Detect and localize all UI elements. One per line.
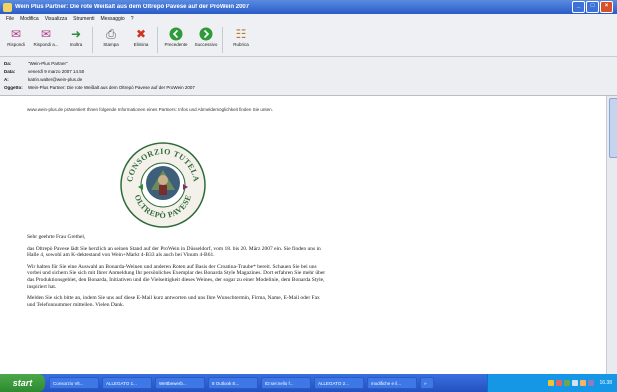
menu-visualizza[interactable]: Visualizza [45, 16, 67, 22]
toolbar-separator [157, 27, 158, 53]
menu-messaggio[interactable]: Messaggio [101, 16, 125, 22]
window-title: Wein Plus Partner: Die rote Weißalt aus … [15, 4, 250, 10]
paragraph-1: das Oltrepò Pavese lädt Sie herzlich an … [27, 245, 321, 259]
print-button[interactable]: ⎙ Stampa [97, 24, 125, 47]
taskbar-overflow[interactable]: » [420, 377, 434, 389]
close-button[interactable]: × [600, 1, 613, 13]
title-bar: Wein Plus Partner: Die rote Weißalt aus … [0, 0, 617, 14]
menu-bar: File Modifica Visualizza Strumenti Messa… [0, 14, 617, 24]
clock[interactable]: 16.38 [599, 380, 612, 386]
subject-value: Wein-Plus Partner: Die rote Weißalt aus … [28, 84, 195, 90]
greeting: Sehr geehrte Frau Grethel, [27, 234, 86, 240]
reply-button[interactable]: ✉ Rispondi [2, 24, 30, 47]
letter-text: Sehr geehrte Frau Grethel, das Oltrepò P… [27, 234, 327, 313]
scrollbar-thumb[interactable] [609, 98, 617, 158]
from-label: Da: [4, 60, 12, 66]
taskbar-item[interactable]: ALLEGATO 1... [102, 377, 152, 389]
tray-icon[interactable] [572, 380, 579, 386]
consortium-seal-logo: CONSORZIO TUTELA OLTREPÒ PAVESE [120, 142, 206, 228]
delete-icon: ✖ [135, 27, 147, 41]
system-tray: 16.38 [487, 374, 617, 392]
start-button[interactable]: start [0, 374, 45, 392]
taskbar-item[interactable]: ID:sei:nello f... [261, 377, 311, 389]
toolbar-separator [222, 27, 223, 53]
paragraph-3: Melden Sie sich bitte an, indem Sie uns … [27, 295, 320, 308]
taskbar: start Consorzio Vit... ALLEGATO 1... Wet… [0, 374, 617, 392]
maximize-button[interactable]: □ [586, 1, 599, 13]
from-value[interactable]: "Wein-Plus Partner" [28, 61, 68, 66]
paragraph-2: Wir halten für Sie eine Auswahl an Bonar… [27, 263, 326, 290]
taskbar-item[interactable]: Wettbewerb... [155, 377, 205, 389]
menu-help[interactable]: ? [131, 16, 134, 22]
taskbar-item[interactable]: ALLEGATO 2... [314, 377, 364, 389]
vertical-scrollbar[interactable] [606, 96, 617, 374]
reply-all-button[interactable]: ✉ Rispondi a... [32, 24, 60, 47]
menu-strumenti[interactable]: Strumenti [73, 16, 94, 22]
subject-label: Oggetto: [4, 84, 23, 90]
taskbar-item[interactable]: Consorzio Vit... [49, 377, 99, 389]
tray-icon[interactable] [556, 380, 563, 386]
date-value: venerdì 9 marzo 2007 14.50 [28, 68, 85, 74]
address-book-button[interactable]: ☷ Rubrica [227, 24, 255, 47]
tray-icon[interactable] [548, 380, 555, 386]
message-headers: Da: "Wein-Plus Partner" Data: venerdì 9 … [0, 57, 617, 96]
next-button[interactable]: Successivo [192, 24, 220, 47]
tray-icon[interactable] [580, 380, 587, 386]
previous-button[interactable]: Precedente [162, 24, 190, 47]
tray-icon[interactable] [564, 380, 571, 386]
next-icon [198, 26, 214, 42]
address-book-icon: ☷ [235, 27, 247, 41]
reply-all-icon: ✉ [40, 27, 52, 41]
toolbar: ✉ Rispondi ✉ Rispondi a... ➜ Inoltra ⎙ S… [0, 24, 617, 57]
to-value[interactable]: katrin.walter@wein-plus.de [28, 77, 82, 82]
date-label: Data: [4, 68, 16, 74]
print-icon: ⎙ [106, 27, 116, 41]
taskbar-item[interactable]: 8 Outlook E... [208, 377, 258, 389]
menu-modifica[interactable]: Modifica [20, 16, 39, 22]
taskbar-item[interactable]: modifiche e il... [367, 377, 417, 389]
partner-intro-text: www.wein-plus.de präsentiert Ihnen folge… [27, 107, 273, 112]
delete-button[interactable]: ✖ Elimina [127, 24, 155, 47]
reply-icon: ✉ [10, 27, 22, 41]
previous-icon [168, 26, 184, 42]
menu-file[interactable]: File [6, 16, 14, 22]
to-label: A: [4, 76, 9, 82]
toolbar-separator [92, 27, 93, 53]
outlook-express-icon [3, 2, 12, 12]
forward-icon: ➜ [70, 27, 82, 41]
tray-icon[interactable] [588, 380, 595, 386]
forward-button[interactable]: ➜ Inoltra [62, 24, 90, 47]
minimize-button[interactable]: _ [572, 1, 585, 13]
